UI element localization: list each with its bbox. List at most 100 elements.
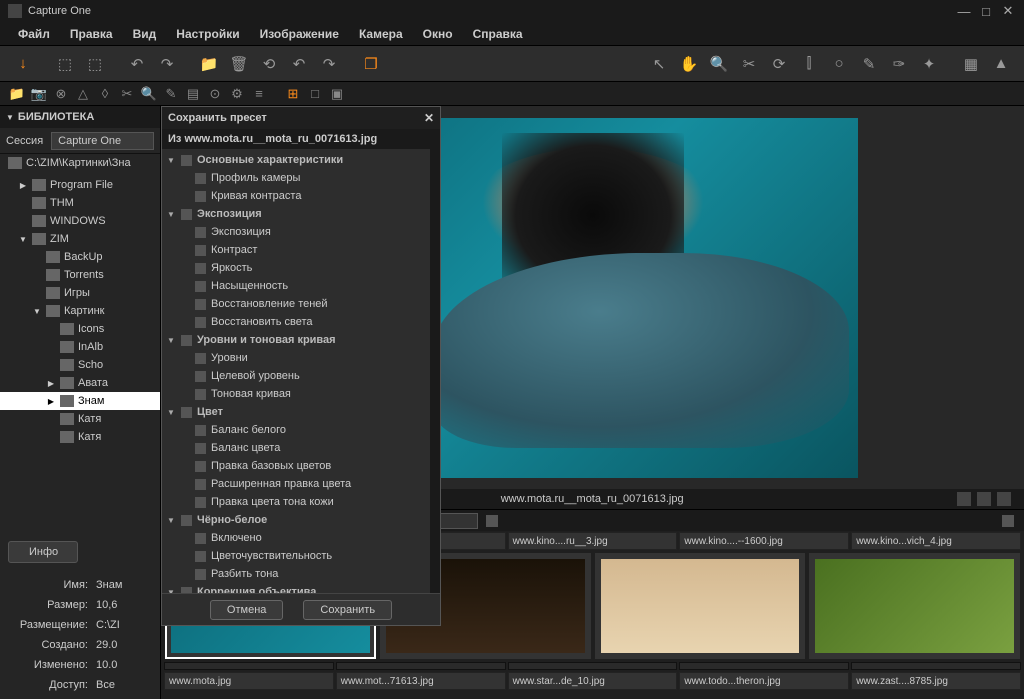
maximize-button[interactable]: □ (978, 3, 994, 19)
checkbox[interactable] (195, 461, 206, 472)
status-icon-1[interactable] (957, 492, 971, 506)
checkbox[interactable] (195, 443, 206, 454)
thumb-filename[interactable]: www.mota.jpg (164, 672, 334, 690)
menu-Справка[interactable]: Справка (463, 27, 533, 41)
library-header[interactable]: ▼ БИБЛИОТЕКА (0, 106, 160, 128)
tree-item[interactable]: ▶Знам (0, 392, 160, 410)
checkbox[interactable] (195, 389, 206, 400)
preset-item[interactable]: Уровни (162, 349, 430, 367)
eyedropper-tool[interactable]: ✑ (886, 51, 912, 77)
expand-icon[interactable]: ▼ (166, 408, 176, 417)
tree-item[interactable]: WINDOWS (0, 212, 160, 230)
tree-item[interactable]: ▶Program File (0, 176, 160, 194)
thumb-filename[interactable]: www.zast....8785.jpg (851, 672, 1021, 690)
undo2-button[interactable]: ↶ (286, 51, 312, 77)
preset-group[interactable]: ▼Цвет (162, 403, 430, 421)
open-folder-button[interactable]: 📁 (196, 51, 222, 77)
grid-view-button[interactable]: ▦ (958, 51, 984, 77)
lens-tab-icon[interactable]: ◊ (95, 84, 115, 104)
redo-button[interactable]: ↷ (154, 51, 180, 77)
tree-item[interactable]: THM (0, 194, 160, 212)
preset-item[interactable]: Восстановление теней (162, 295, 430, 313)
dialog-header[interactable]: Сохранить пресет ✕ (162, 107, 440, 129)
close-button[interactable]: ✕ (1000, 3, 1016, 19)
session-dropdown[interactable]: Capture One (51, 132, 154, 150)
expand-icon[interactable]: ▼ (166, 156, 176, 165)
preset-item[interactable]: Правка цвета тона кожи (162, 493, 430, 511)
preset-item[interactable]: Разбить тона (162, 565, 430, 583)
pan-tool[interactable]: ✋ (676, 51, 702, 77)
checkbox[interactable] (195, 173, 206, 184)
keystone-tool[interactable]: ⫿ (796, 51, 822, 77)
checkbox[interactable] (195, 299, 206, 310)
rotate-tool[interactable]: ⟳ (766, 51, 792, 77)
preset-item[interactable]: Экспозиция (162, 223, 430, 241)
redo2-button[interactable]: ↷ (316, 51, 342, 77)
menu-Настройки[interactable]: Настройки (166, 27, 249, 41)
expand-icon[interactable]: ▼ (166, 336, 176, 345)
menu-Окно[interactable]: Окно (413, 27, 463, 41)
library-tab-icon[interactable]: 📁 (7, 84, 27, 104)
preset-item[interactable]: Баланс белого (162, 421, 430, 439)
layers-button[interactable]: ❐ (358, 51, 384, 77)
checkbox[interactable] (195, 371, 206, 382)
preset-item[interactable]: Насыщенность (162, 277, 430, 295)
tree-item[interactable]: Icons (0, 320, 160, 338)
preset-item[interactable]: Профиль камеры (162, 169, 430, 187)
preset-item[interactable]: Цветочувствительность (162, 547, 430, 565)
thumb-filename[interactable]: www.kino....ru__3.jpg (508, 532, 678, 550)
thumb-filename[interactable]: www.mot...71613.jpg (336, 672, 506, 690)
tree-item[interactable]: ▼Картинк (0, 302, 160, 320)
grid-view-icon[interactable]: ⊞ (283, 84, 303, 104)
menu-Правка[interactable]: Правка (60, 27, 123, 41)
crop-tab-icon[interactable]: ✂ (117, 84, 137, 104)
thumb-filename[interactable]: www.todo...theron.jpg (679, 672, 849, 690)
menu-Камера[interactable]: Камера (349, 27, 413, 41)
magic-tool[interactable]: ✦ (916, 51, 942, 77)
metadata-tab-icon[interactable]: ▤ (183, 84, 203, 104)
tree-item[interactable]: ▶Авата (0, 374, 160, 392)
expand-icon[interactable]: ▶ (46, 397, 56, 406)
menu-Вид[interactable]: Вид (123, 27, 167, 41)
brush-tool[interactable]: ✎ (856, 51, 882, 77)
preset-group[interactable]: ▼Коррекция объектива (162, 583, 430, 593)
scrollbar[interactable] (430, 149, 440, 593)
thumbnail[interactable] (809, 553, 1020, 659)
capture-tab-icon[interactable]: 📷 (29, 84, 49, 104)
checkbox[interactable] (195, 569, 206, 580)
sort-icon[interactable] (1002, 515, 1014, 527)
delete-button[interactable]: 🗑 (226, 51, 252, 77)
save-button[interactable]: Сохранить (303, 600, 392, 620)
preset-item[interactable]: Включено (162, 529, 430, 547)
menu-Изображение[interactable]: Изображение (250, 27, 349, 41)
checkbox[interactable] (195, 353, 206, 364)
preset-item[interactable]: Целевой уровень (162, 367, 430, 385)
preset-group[interactable]: ▼Основные характеристики (162, 151, 430, 169)
cancel-button[interactable]: Отмена (210, 600, 283, 620)
tree-item[interactable]: Катя (0, 428, 160, 446)
preset-item[interactable]: Восстановить света (162, 313, 430, 331)
checkbox[interactable] (181, 209, 192, 220)
tree-item[interactable]: ▼ZIM (0, 230, 160, 248)
checkbox[interactable] (195, 245, 206, 256)
expand-icon[interactable]: ▶ (46, 379, 56, 388)
menu-Файл[interactable]: Файл (8, 27, 60, 41)
root-folder[interactable]: C:\ZIM\Картинки\Зна (0, 154, 160, 172)
details-tab-icon[interactable]: 🔍 (139, 84, 159, 104)
settings-tab-icon[interactable]: ⚙ (227, 84, 247, 104)
checkbox[interactable] (195, 497, 206, 508)
minimize-button[interactable]: — (956, 3, 972, 19)
checkbox[interactable] (195, 281, 206, 292)
preset-group[interactable]: ▼Уровни и тоновая кривая (162, 331, 430, 349)
expand-icon[interactable]: ▼ (166, 516, 176, 525)
expand-icon[interactable]: ▼ (166, 210, 176, 219)
checkbox[interactable] (195, 227, 206, 238)
preset-item[interactable]: Яркость (162, 259, 430, 277)
preset-item[interactable]: Правка базовых цветов (162, 457, 430, 475)
thumb-filename[interactable]: www.kino....--1600.jpg (679, 532, 849, 550)
cursor-tool[interactable]: ↖ (646, 51, 672, 77)
checkbox[interactable] (195, 479, 206, 490)
preset-item[interactable]: Тоновая кривая (162, 385, 430, 403)
status-icon-2[interactable] (977, 492, 991, 506)
crop-tool[interactable]: ✂ (736, 51, 762, 77)
